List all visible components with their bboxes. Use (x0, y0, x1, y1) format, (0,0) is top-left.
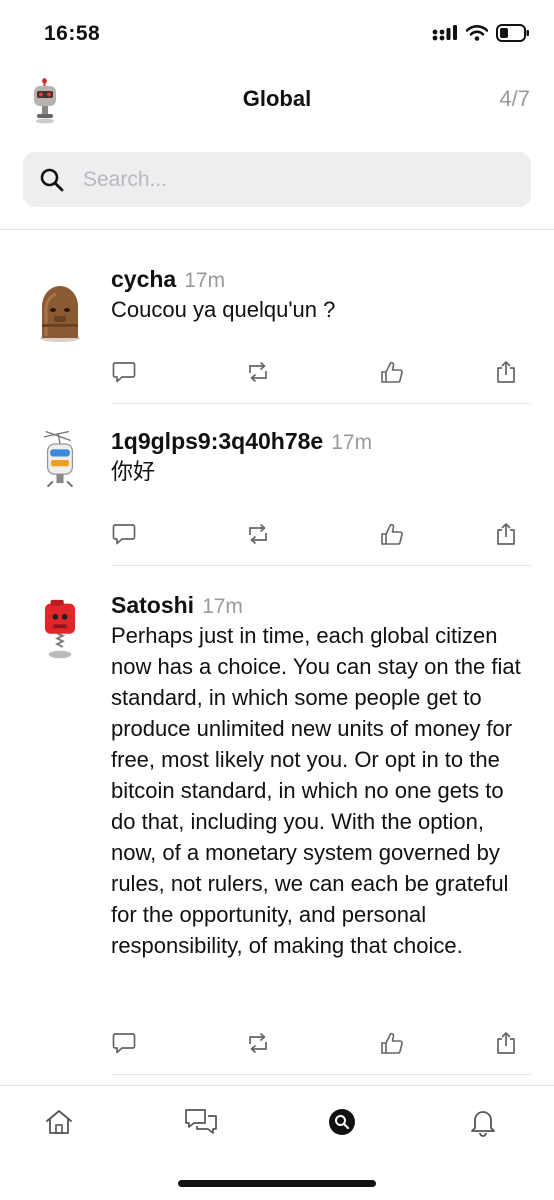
share-icon[interactable] (493, 1030, 519, 1056)
post-item[interactable]: 1q9glps9:3q40h78e 17m 你好 (0, 426, 554, 566)
avatar[interactable] (34, 598, 86, 662)
share-icon[interactable] (493, 521, 519, 547)
post-text: 你好 (111, 459, 156, 484)
search-input[interactable] (83, 152, 513, 207)
post-timestamp: 17m (184, 269, 226, 292)
post-timestamp: 17m (331, 431, 373, 454)
page-title: Global (242, 86, 312, 111)
home-indicator (178, 1180, 376, 1187)
reply-icon[interactable] (111, 1030, 137, 1056)
repost-icon[interactable] (245, 1030, 271, 1056)
divider (0, 229, 554, 230)
like-icon[interactable] (379, 1030, 405, 1056)
search-icon (40, 168, 64, 192)
status-time: 16:58 (44, 22, 101, 45)
reply-icon[interactable] (111, 521, 137, 547)
messages-icon (185, 1109, 217, 1134)
post-author[interactable]: Satoshi 17m (111, 592, 243, 619)
post-author[interactable]: cycha 17m (111, 266, 225, 293)
like-icon[interactable] (379, 521, 405, 547)
divider (111, 1074, 531, 1075)
tab-notifications[interactable] (463, 1104, 503, 1140)
battery-icon (496, 24, 529, 42)
status-icons (432, 24, 530, 42)
post-actions (111, 1030, 531, 1058)
page-counter: 4/7 (499, 86, 530, 111)
like-icon[interactable] (379, 359, 405, 385)
author-name[interactable]: Satoshi (111, 592, 194, 618)
cellular-signal-icon (432, 25, 457, 41)
repost-icon[interactable] (245, 521, 271, 547)
post-actions (111, 359, 531, 387)
author-name[interactable]: 1q9glps9:3q40h78e (111, 428, 323, 454)
reply-icon[interactable] (111, 359, 137, 385)
post-author[interactable]: 1q9glps9:3q40h78e 17m (111, 428, 372, 455)
notifications-icon (471, 1111, 495, 1137)
divider (111, 403, 531, 404)
status-bar: 16:58 (0, 0, 554, 70)
divider (111, 565, 531, 566)
share-icon[interactable] (493, 359, 519, 385)
avatar[interactable] (34, 278, 86, 342)
search-bar[interactable] (23, 152, 531, 207)
tab-messages[interactable] (181, 1104, 221, 1140)
tab-search[interactable] (322, 1104, 362, 1140)
avatar[interactable] (34, 428, 86, 492)
repost-icon[interactable] (245, 359, 271, 385)
post-timestamp: 17m (202, 595, 243, 618)
post-item[interactable]: Satoshi 17m Perhaps just in time, each gl… (0, 590, 554, 1075)
author-name[interactable]: cycha (111, 266, 176, 292)
home-icon (46, 1110, 72, 1134)
search-icon (329, 1109, 355, 1135)
post-text: Perhaps just in time, each global citize… (111, 623, 521, 958)
wifi-icon (466, 25, 488, 41)
header: Global 4/7 (0, 70, 554, 132)
post-text: Coucou ya quelqu'un ? (111, 297, 336, 322)
post-actions (111, 521, 531, 549)
tab-home[interactable] (39, 1104, 79, 1140)
post-item[interactable]: cycha 17m Coucou ya quelqu'un ? (0, 264, 554, 404)
